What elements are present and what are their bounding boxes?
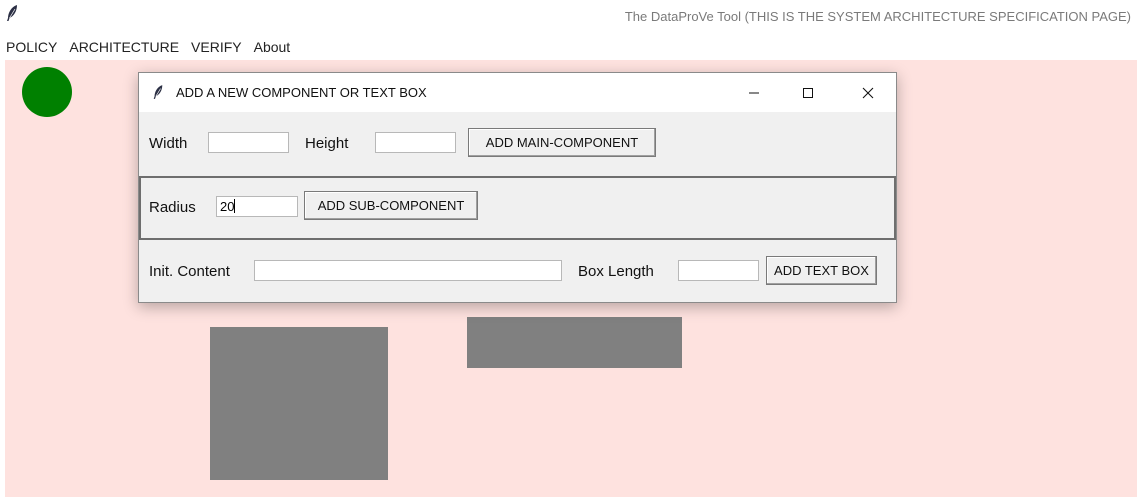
box-length-label: Box Length (578, 263, 654, 280)
main-component-rect[interactable] (467, 317, 682, 368)
menu-policy[interactable]: POLICY (0, 37, 63, 57)
radius-input[interactable]: 20 (216, 196, 298, 217)
main-component-rect[interactable] (210, 327, 388, 480)
text-box-row: Init. Content Box Length ADD TEXT BOX (139, 240, 896, 302)
height-label: Height (305, 135, 349, 152)
close-icon (862, 87, 874, 98)
sub-component-circle[interactable] (22, 67, 72, 117)
width-label: Width (149, 135, 188, 152)
feather-icon (7, 5, 17, 21)
minimize-button[interactable] (731, 73, 777, 112)
add-main-component-button[interactable]: ADD MAIN-COMPONENT (468, 128, 656, 157)
add-sub-component-button[interactable]: ADD SUB-COMPONENT (304, 191, 478, 220)
radius-value: 20 (220, 199, 235, 214)
minimize-icon (749, 92, 759, 93)
menu-architecture[interactable]: ARCHITECTURE (63, 37, 185, 57)
close-button[interactable] (845, 73, 891, 112)
maximize-button[interactable] (785, 73, 831, 112)
dialog-titlebar[interactable]: ADD A NEW COMPONENT OR TEXT BOX (139, 73, 896, 112)
feather-icon (153, 85, 163, 99)
menu-verify[interactable]: VERIFY (185, 37, 248, 57)
menu-about[interactable]: About (248, 37, 297, 57)
main-component-row: Width Height ADD MAIN-COMPONENT (139, 112, 896, 176)
add-component-dialog: ADD A NEW COMPONENT OR TEXT BOX Width He… (138, 72, 897, 303)
init-content-input[interactable] (254, 260, 562, 281)
text-cursor (234, 199, 236, 213)
app-titlebar: The DataProVe Tool (THIS IS THE SYSTEM A… (0, 0, 1137, 34)
maximize-icon (803, 87, 813, 98)
dialog-title: ADD A NEW COMPONENT OR TEXT BOX (176, 85, 427, 100)
box-length-input[interactable] (678, 260, 759, 281)
add-text-box-button[interactable]: ADD TEXT BOX (766, 256, 877, 285)
sub-component-row: Radius 20 ADD SUB-COMPONENT (139, 176, 896, 240)
radius-label: Radius (149, 199, 196, 216)
menu-bar: POLICY ARCHITECTURE VERIFY About (0, 36, 1137, 58)
width-input[interactable] (208, 132, 289, 153)
app-window: The DataProVe Tool (THIS IS THE SYSTEM A… (0, 0, 1137, 497)
app-title: The DataProVe Tool (THIS IS THE SYSTEM A… (624, 9, 1131, 24)
init-content-label: Init. Content (149, 263, 230, 280)
height-input[interactable] (375, 132, 456, 153)
